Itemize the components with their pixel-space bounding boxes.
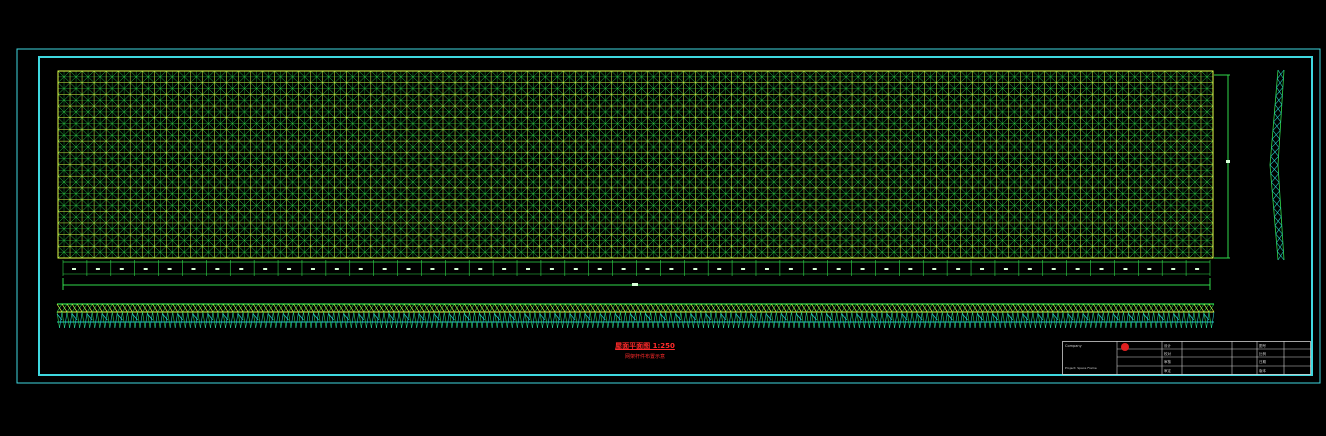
title-cell-1: 图号 <box>1259 343 1267 348</box>
axis-marker <box>980 268 985 270</box>
axis-marker <box>1195 268 1200 270</box>
axis-marker <box>191 268 196 270</box>
axis-marker <box>1051 268 1056 270</box>
drawing-subcaption: 网架杆件布置示意 <box>624 354 665 360</box>
axis-marker <box>884 268 889 270</box>
axis-marker <box>143 268 148 270</box>
axis-marker <box>239 268 244 270</box>
axis-marker <box>549 268 554 270</box>
longitudinal-elevation <box>56 303 1215 329</box>
axis-marker <box>334 268 339 270</box>
axis-marker <box>215 268 220 270</box>
axis-marker <box>621 268 626 270</box>
axis-marker <box>932 268 937 270</box>
title-company: Company <box>1065 344 1082 348</box>
axis-marker <box>645 268 650 270</box>
title-row-1: 设计 <box>1164 343 1172 348</box>
axis-marker <box>502 268 507 270</box>
axis-marker <box>526 268 531 270</box>
axis-marker <box>430 268 435 270</box>
title-row-2: 校对 <box>1164 351 1172 356</box>
roof-plan-grid <box>57 70 1214 259</box>
title-cell-4: 版本 <box>1259 368 1267 373</box>
title-cell-3: 日期 <box>1259 359 1267 364</box>
axis-marker <box>860 268 865 270</box>
axis-marker <box>478 268 483 270</box>
axis-marker <box>382 268 387 270</box>
axis-marker <box>597 268 602 270</box>
title-project: Project: Space Frame <box>1065 366 1097 370</box>
title-row-4: 审定 <box>1164 368 1172 373</box>
axis-marker <box>956 268 961 270</box>
axis-marker <box>263 268 268 270</box>
axis-marker <box>406 268 411 270</box>
axis-marker <box>836 268 841 270</box>
axis-marker <box>573 268 578 270</box>
axis-marker <box>812 268 817 270</box>
axis-marker <box>1123 268 1128 270</box>
axis-marker <box>167 268 172 270</box>
right-dimension <box>1214 74 1230 259</box>
axis-markers <box>62 260 1211 276</box>
axis-marker <box>669 268 674 270</box>
company-logo <box>1121 343 1129 351</box>
axis-marker <box>1075 268 1080 270</box>
title-cell-2: 比例 <box>1259 351 1267 356</box>
title-block: Company Project: Space Frame 设计 校对 审核 审定… <box>1062 341 1311 375</box>
axis-marker <box>764 268 769 270</box>
axis-marker <box>1171 268 1176 270</box>
outer-frame <box>16 48 1321 384</box>
axis-marker <box>119 268 124 270</box>
axis-marker <box>95 268 100 270</box>
axis-marker <box>454 268 459 270</box>
axis-marker <box>741 268 746 270</box>
axis-marker <box>788 268 793 270</box>
axis-marker <box>358 268 363 270</box>
axis-marker <box>1147 268 1152 270</box>
side-elevation-truss <box>1269 69 1285 261</box>
drawing-caption: 屋面平面图 1:250 <box>615 342 675 350</box>
overall-dimension <box>62 278 1211 290</box>
axis-marker <box>1027 268 1032 270</box>
axis-marker <box>287 268 292 270</box>
axis-marker <box>1003 268 1008 270</box>
axis-marker <box>310 268 315 270</box>
axis-marker <box>717 268 722 270</box>
title-row-3: 审核 <box>1164 359 1172 364</box>
axis-marker <box>72 268 76 270</box>
axis-marker <box>1099 268 1104 270</box>
axis-marker <box>908 268 913 270</box>
axis-marker <box>693 268 698 270</box>
